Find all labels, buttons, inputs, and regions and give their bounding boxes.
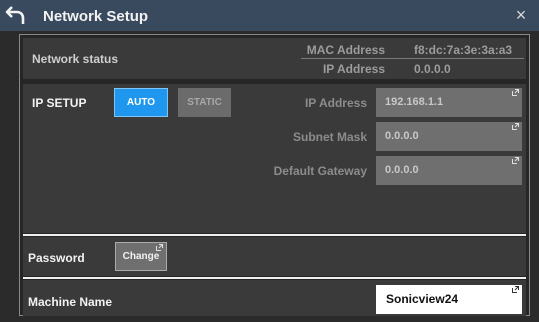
- edit-popup-icon: [156, 244, 163, 251]
- status-divider: [301, 58, 524, 59]
- edit-popup-icon: [512, 157, 519, 164]
- machine-name-label: Machine Name: [28, 295, 113, 309]
- title-bar: Network Setup ×: [0, 0, 539, 31]
- password-label: Password: [28, 251, 85, 265]
- ip-setup-panel: IP SETUP AUTO STATIC IP Address 192.168.…: [23, 84, 526, 233]
- auto-button[interactable]: AUTO: [114, 88, 168, 117]
- page-title: Network Setup: [43, 8, 149, 25]
- close-icon: ×: [515, 5, 527, 25]
- network-status-panel: Network status MAC Address f8:dc:7a:3e:3…: [23, 38, 526, 79]
- back-button[interactable]: [4, 4, 28, 26]
- machine-name-row: Machine Name Sonicview24: [23, 280, 526, 316]
- close-button[interactable]: ×: [511, 4, 531, 26]
- password-row: Password Change: [23, 237, 526, 276]
- ip-address-field[interactable]: 192.168.1.1: [376, 88, 522, 117]
- back-arrow-icon: [5, 6, 25, 24]
- mac-address-label: MAC Address: [306, 43, 385, 57]
- machine-name-value: Sonicview24: [386, 292, 459, 306]
- ip-setup-label: IP SETUP: [32, 96, 87, 110]
- default-gateway-label: Default Gateway: [273, 164, 367, 178]
- edit-popup-icon: [512, 286, 519, 293]
- change-label: Change: [122, 251, 160, 262]
- network-status-label: Network status: [32, 52, 119, 66]
- ip-address-status-label: IP Address: [322, 62, 385, 76]
- subnet-mask-value: 0.0.0.0: [385, 130, 419, 142]
- section-divider: [23, 234, 526, 236]
- subnet-mask-label: Subnet Mask: [292, 130, 367, 144]
- edit-popup-icon: [512, 89, 519, 96]
- default-gateway-field[interactable]: 0.0.0.0: [376, 156, 522, 185]
- subnet-mask-field[interactable]: 0.0.0.0: [376, 122, 522, 151]
- section-divider: [23, 277, 526, 279]
- machine-name-field[interactable]: Sonicview24: [376, 285, 522, 314]
- ip-address-value: 192.168.1.1: [385, 96, 444, 108]
- ip-address-status-value: 0.0.0.0: [414, 62, 451, 76]
- mac-address-value: f8:dc:7a:3e:3a:a3: [414, 43, 513, 57]
- change-password-button[interactable]: Change: [115, 242, 167, 271]
- ip-address-label: IP Address: [304, 96, 367, 110]
- edit-popup-icon: [512, 123, 519, 130]
- default-gateway-value: 0.0.0.0: [385, 164, 419, 176]
